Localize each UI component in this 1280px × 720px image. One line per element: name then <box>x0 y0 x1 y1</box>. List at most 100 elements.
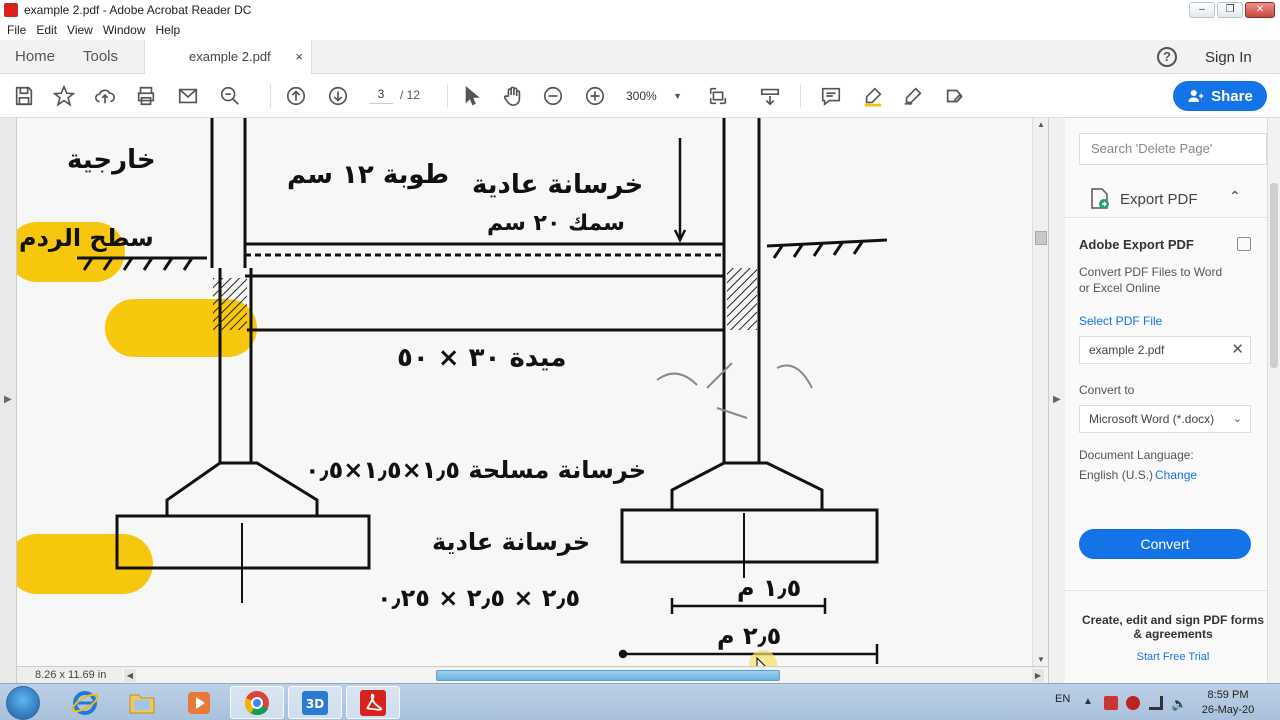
upload-cloud-icon[interactable] <box>93 84 117 108</box>
scroll-left-icon[interactable]: ◀ <box>124 669 136 682</box>
zoom-select[interactable]: 300% ▼ <box>626 86 686 106</box>
internet-explorer-icon[interactable] <box>58 686 112 719</box>
email-icon[interactable] <box>176 84 200 108</box>
export-pdf-label: Export PDF <box>1120 191 1198 208</box>
page-number-input[interactable]: 3 <box>369 84 393 104</box>
share-button[interactable]: Share <box>1173 81 1267 111</box>
draw-pen-icon[interactable] <box>901 84 925 108</box>
menu-edit[interactable]: Edit <box>36 23 57 37</box>
next-page-icon[interactable] <box>326 84 350 108</box>
scrollbar-thumb[interactable] <box>1270 183 1278 368</box>
sign-fill-icon[interactable] <box>943 84 967 108</box>
print-icon[interactable] <box>134 84 158 108</box>
document-vertical-scrollbar[interactable]: ▲ ▼ <box>1032 118 1048 666</box>
start-free-trial-link[interactable]: Start Free Trial <box>1079 651 1267 663</box>
minimize-button[interactable]: – <box>1189 2 1215 18</box>
previous-page-icon[interactable] <box>284 84 308 108</box>
menu-help[interactable]: Help <box>156 23 181 37</box>
sign-in-link[interactable]: Sign In <box>1205 49 1252 66</box>
expand-left-icon: ▶ <box>4 394 12 405</box>
system-clock[interactable]: 8:59 PM 26-May-20 <box>1196 688 1260 718</box>
input-language[interactable]: EN <box>1055 693 1070 705</box>
annotation-fill-level: سطح الردم <box>19 224 154 252</box>
start-button[interactable] <box>6 686 40 720</box>
tab-document-label: example 2.pdf <box>189 49 271 64</box>
help-icon[interactable]: ? <box>1157 47 1177 67</box>
menu-window[interactable]: Window <box>103 23 146 37</box>
scrollbar-thumb[interactable] <box>1035 231 1047 245</box>
chevron-up-icon[interactable]: ⌃ <box>1229 188 1241 205</box>
scroll-up-icon[interactable]: ▲ <box>1037 120 1045 129</box>
tab-document[interactable]: example 2.pdf × <box>144 40 312 75</box>
chevron-down-icon: ⌄ <box>1232 413 1242 425</box>
tab-home[interactable]: Home <box>15 40 55 74</box>
toolbar-divider <box>447 84 448 108</box>
volume-icon[interactable]: 🔈 <box>1171 696 1187 711</box>
highlight-pen-icon[interactable] <box>861 84 885 108</box>
acrobat-app-icon <box>4 3 18 17</box>
copy-icon[interactable] <box>1237 237 1251 251</box>
bookmark-star-icon[interactable] <box>52 84 76 108</box>
yellow-highlight <box>17 534 153 594</box>
scroll-mode-icon[interactable] <box>758 84 782 108</box>
zoom-out-icon[interactable] <box>541 84 565 108</box>
close-window-button[interactable]: ✕ <box>1245 2 1275 18</box>
menu-file[interactable]: File <box>7 23 26 37</box>
divider <box>1065 590 1267 591</box>
clear-file-icon[interactable]: ✕ <box>1231 337 1244 363</box>
search-tools-input[interactable]: Search 'Delete Page' <box>1079 133 1267 165</box>
right-column <box>620 118 879 578</box>
change-language-link[interactable]: Change <box>1155 468 1197 482</box>
floor-slab <box>245 242 724 332</box>
clock-date: 26-May-20 <box>1201 704 1255 716</box>
show-hidden-icons[interactable]: ▲ <box>1083 696 1097 710</box>
left-column <box>115 118 371 603</box>
convert-button[interactable]: Convert <box>1079 529 1251 559</box>
menu-view[interactable]: View <box>67 23 93 37</box>
antivirus-icon[interactable] <box>1126 696 1140 710</box>
scroll-down-icon[interactable]: ▼ <box>1037 655 1045 664</box>
file-explorer-icon[interactable] <box>115 686 169 719</box>
menu-bar: File Edit View Window Help <box>0 20 1280 40</box>
select-pdf-link[interactable]: Select PDF File <box>1079 314 1162 328</box>
acrobat-taskbar-icon[interactable] <box>346 686 400 719</box>
network-icon[interactable] <box>1149 696 1163 710</box>
title-bar: example 2.pdf - Adobe Acrobat Reader DC … <box>0 0 1280 20</box>
document-language-label: Document Language: <box>1079 448 1194 462</box>
left-panel-toggle[interactable]: ▶ <box>0 118 17 683</box>
chevron-down-icon: ▼ <box>673 91 682 101</box>
comment-icon[interactable] <box>819 84 843 108</box>
media-player-icon[interactable] <box>172 686 226 719</box>
right-panel-toggle[interactable]: ▶ <box>1048 118 1065 683</box>
zoom-value: 300% <box>626 89 657 103</box>
page-fit-icon[interactable] <box>706 84 730 108</box>
maximize-button[interactable]: ❐ <box>1217 2 1243 18</box>
document-horizontal-scrollbar[interactable]: ◀ ▶ <box>122 668 1048 683</box>
selected-file-field[interactable]: example 2.pdf ✕ <box>1079 336 1251 364</box>
drawing-page: طوبة ١٢ سم خرسانة عادية سمك ٢٠ سم خارجية… <box>17 118 888 666</box>
convert-format-select[interactable]: Microsoft Word (*.docx) ⌄ <box>1079 405 1251 433</box>
3d-app-icon[interactable]: 3D <box>288 686 342 719</box>
security-alert-icon[interactable] <box>1104 696 1118 710</box>
document-language-value: English (U.S.) <box>1079 468 1154 482</box>
export-pdf-tool[interactable]: Export PDF ⌃ <box>1065 180 1267 218</box>
scroll-right-icon[interactable]: ▶ <box>1032 669 1044 682</box>
toolbar-divider <box>800 84 801 108</box>
tab-tools[interactable]: Tools <box>83 40 118 74</box>
chrome-icon[interactable] <box>230 686 284 719</box>
status-bar: 8.26 x 11.69 in ◀ ▶ <box>17 666 1048 683</box>
page-total: / 12 <box>400 88 421 102</box>
close-tab-icon[interactable]: × <box>295 40 303 74</box>
document-canvas[interactable]: طوبة ١٢ سم خرسانة عادية سمك ٢٠ سم خارجية… <box>17 118 1032 666</box>
select-cursor-icon[interactable] <box>460 84 484 108</box>
zoom-in-icon[interactable] <box>583 84 607 108</box>
save-icon[interactable] <box>12 84 36 108</box>
pencil-scribble <box>656 362 813 419</box>
hand-tool-icon[interactable] <box>501 84 525 108</box>
share-label: Share <box>1211 87 1253 105</box>
annotation-brick: طوبة ١٢ سم <box>287 160 449 190</box>
promo-text: Create, edit and sign PDF forms & agreem… <box>1081 613 1265 641</box>
search-zoom-icon[interactable] <box>218 84 242 108</box>
horizontal-scrollbar-thumb[interactable] <box>436 670 780 681</box>
tools-pane-scrollbar[interactable] <box>1267 118 1280 683</box>
